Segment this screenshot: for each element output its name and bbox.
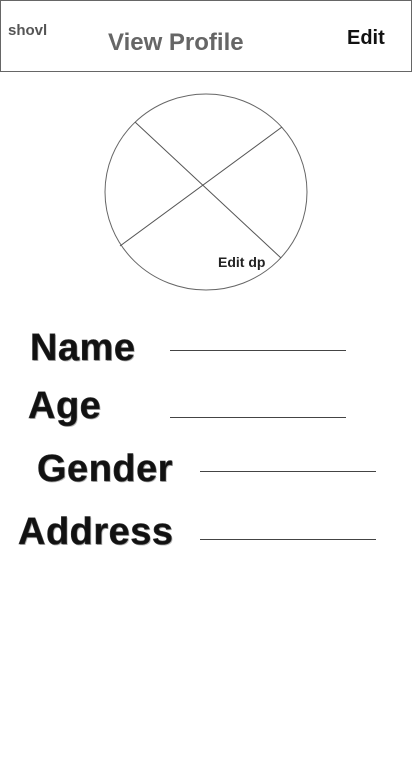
- address-label: Address: [18, 511, 174, 554]
- edit-profile-button[interactable]: Edit: [347, 27, 385, 50]
- name-field[interactable]: [170, 350, 346, 351]
- avatar-placeholder[interactable]: [104, 93, 308, 291]
- gender-field[interactable]: [200, 471, 376, 472]
- app-name: shovl: [8, 22, 48, 39]
- profile-screen: shovl View Profile Edit Edit dp Name Age…: [0, 0, 412, 778]
- age-label: Age: [28, 385, 102, 428]
- page-title: View Profile: [108, 29, 244, 56]
- edit-dp-button[interactable]: Edit dp: [218, 254, 265, 270]
- name-label: Name: [30, 327, 136, 370]
- gender-label: Gender: [37, 448, 174, 491]
- age-field[interactable]: [170, 417, 346, 418]
- address-field[interactable]: [200, 539, 376, 540]
- avatar-image-placeholder-icon: [104, 93, 308, 291]
- app-header: shovl View Profile Edit: [0, 0, 412, 72]
